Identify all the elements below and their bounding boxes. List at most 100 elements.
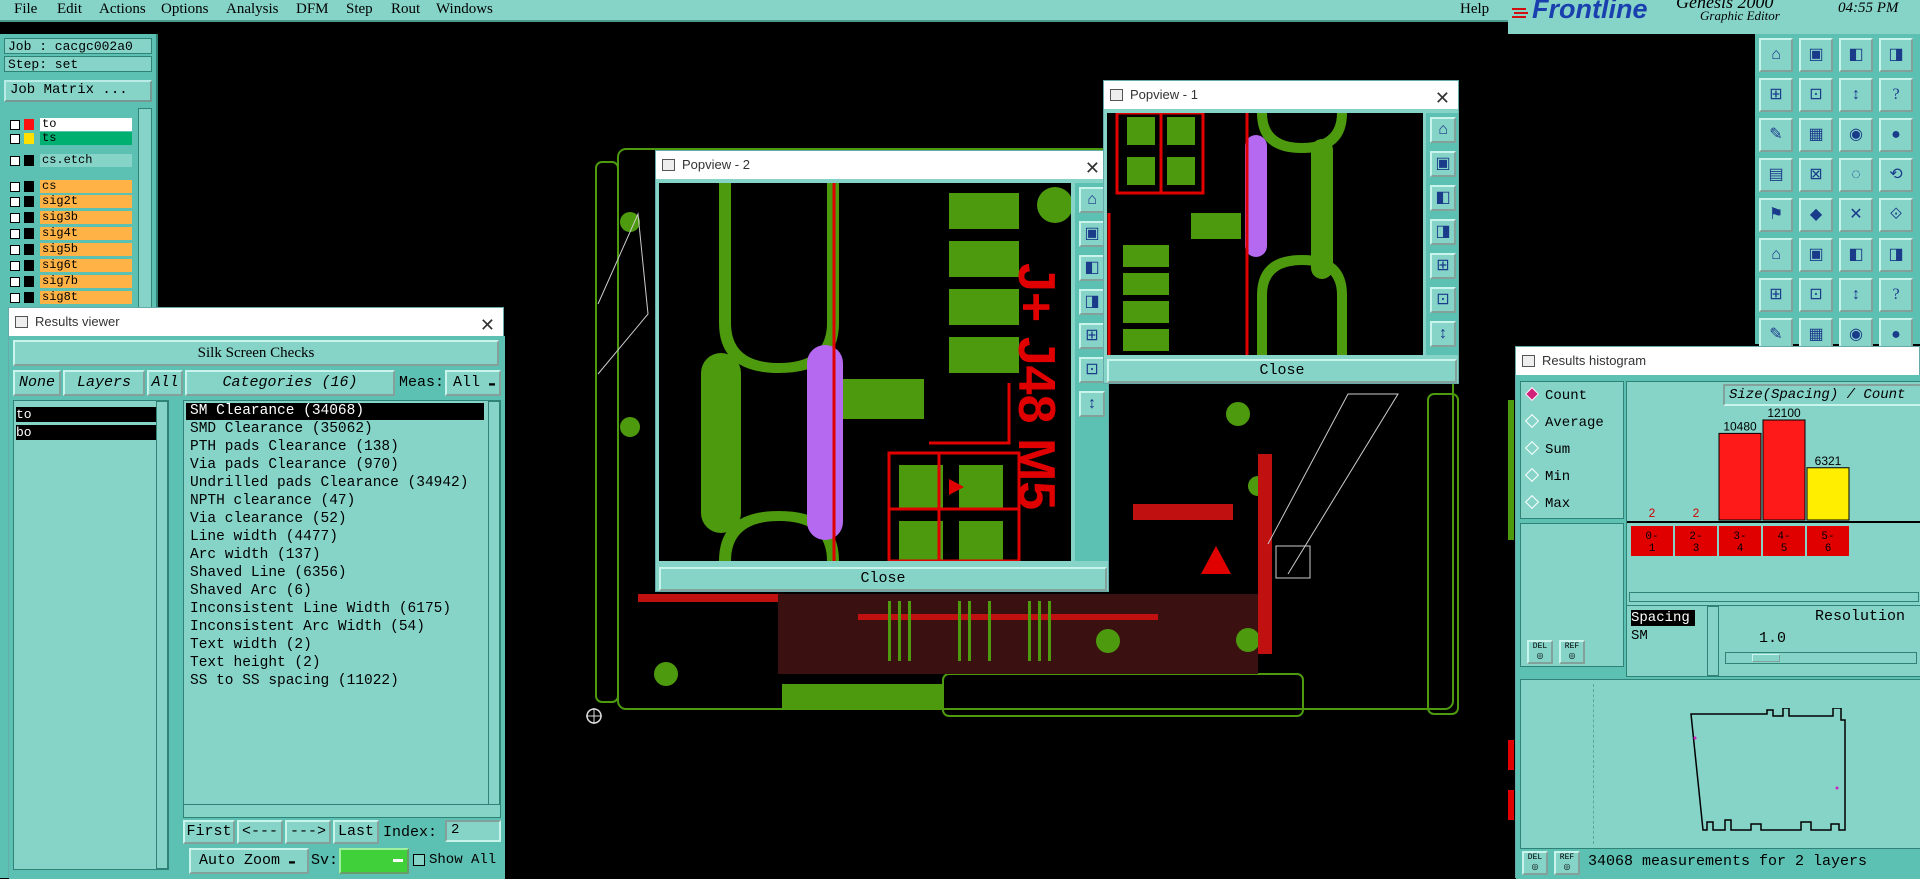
histogram-bar[interactable]: [1762, 419, 1806, 521]
tool-button[interactable]: ⊠: [1799, 158, 1833, 192]
tool-button[interactable]: ◌: [1839, 158, 1873, 192]
layer-row-sig8t[interactable]: sig8t: [8, 291, 132, 304]
tool-button[interactable]: ⌂: [1759, 238, 1793, 272]
popview-1-canvas[interactable]: [1107, 113, 1423, 355]
categories-button[interactable]: Categories (16): [185, 370, 395, 396]
menu-options[interactable]: Options: [161, 1, 209, 18]
popview-2-close-button[interactable]: Close: [659, 567, 1107, 591]
tool-button[interactable]: ⊞: [1430, 253, 1456, 279]
layers-button[interactable]: Layers: [63, 370, 145, 396]
tool-button[interactable]: ✎: [1759, 118, 1793, 152]
all-button[interactable]: All: [147, 370, 183, 396]
category-item[interactable]: Inconsistent Arc Width (54): [190, 619, 425, 635]
histogram-bar[interactable]: [1718, 432, 1762, 521]
prev-button[interactable]: <---: [237, 820, 283, 844]
category-item[interactable]: NPTH clearance (47): [190, 493, 355, 509]
histogram-hscrollbar[interactable]: [1629, 592, 1919, 602]
histogram-chart[interactable]: 20-122-3104803-4121004-563215-6: [1627, 408, 1920, 568]
category-item[interactable]: SMD Clearance (35062): [190, 421, 373, 437]
close-icon[interactable]: ✕: [1085, 155, 1100, 183]
ref-button[interactable]: REF ◎: [1559, 640, 1585, 664]
next-button[interactable]: --->: [285, 820, 331, 844]
tool-button[interactable]: ⟲: [1879, 158, 1913, 192]
layer-checkbox[interactable]: [10, 197, 20, 207]
resolution-slider[interactable]: [1725, 652, 1917, 664]
mode-radio-sum[interactable]: Sum: [1524, 440, 1570, 458]
results-histogram-titlebar[interactable]: Results histogram: [1516, 347, 1919, 375]
tool-button[interactable]: ▣: [1799, 38, 1833, 72]
auto-zoom-dropdown[interactable]: Auto Zoom ▬: [189, 848, 309, 874]
del-button[interactable]: DEL ◎: [1527, 640, 1553, 664]
tool-button[interactable]: ⊞: [1759, 78, 1793, 112]
layer-row-cs[interactable]: cs: [8, 180, 132, 193]
category-item[interactable]: Inconsistent Line Width (6175): [190, 601, 451, 617]
tool-button[interactable]: ⊡: [1430, 287, 1456, 313]
mode-radio-min[interactable]: Min: [1524, 467, 1570, 485]
category-item[interactable]: Shaved Arc (6): [190, 583, 312, 599]
tool-button[interactable]: ◨: [1079, 289, 1105, 315]
tool-button[interactable]: ⊡: [1799, 278, 1833, 312]
tool-button[interactable]: ?: [1879, 278, 1913, 312]
tool-button[interactable]: ✕: [1839, 198, 1873, 232]
tool-button[interactable]: ⟐: [1879, 198, 1913, 232]
menu-analysis[interactable]: Analysis: [226, 1, 279, 18]
layer-checkbox[interactable]: [10, 120, 20, 130]
layer-row-to[interactable]: to: [8, 118, 132, 131]
layer-row-ts[interactable]: ts: [8, 132, 132, 145]
tool-button[interactable]: ◧: [1839, 38, 1873, 72]
none-button[interactable]: None: [13, 370, 61, 396]
settings-scrollbar[interactable]: [1707, 606, 1719, 676]
category-item[interactable]: Undrilled pads Clearance (34942): [190, 475, 468, 491]
layer-results-scrollbar[interactable]: [156, 401, 168, 869]
layer-checkbox[interactable]: [10, 261, 20, 271]
layer-checkbox[interactable]: [10, 213, 20, 223]
tool-button[interactable]: ◉: [1839, 118, 1873, 152]
tool-button[interactable]: ↕: [1430, 321, 1456, 347]
tool-button[interactable]: ⌂: [1079, 187, 1105, 213]
menu-help[interactable]: Help: [1460, 1, 1489, 18]
layer-row-sig4t[interactable]: sig4t: [8, 227, 132, 240]
tool-button[interactable]: ◨: [1430, 219, 1456, 245]
menu-rout[interactable]: Rout: [391, 1, 420, 18]
tool-button[interactable]: ◆: [1799, 198, 1833, 232]
category-item[interactable]: Text width (2): [190, 637, 312, 653]
layer-row-sig5b[interactable]: sig5b: [8, 243, 132, 256]
menu-actions[interactable]: Actions: [99, 1, 146, 18]
resolution-slider-thumb[interactable]: [1752, 654, 1780, 662]
popview-1-titlebar[interactable]: Popview - 1 ✕: [1104, 81, 1458, 109]
tool-button[interactable]: ↕: [1839, 78, 1873, 112]
del-button-bottom[interactable]: DEL ◎: [1522, 851, 1548, 875]
job-matrix-button[interactable]: Job Matrix ...: [4, 80, 152, 102]
tool-button[interactable]: ⚑: [1759, 198, 1793, 232]
category-item[interactable]: SM Clearance (34068): [190, 403, 364, 419]
close-icon[interactable]: ✕: [1435, 85, 1450, 113]
sv-color-dropdown[interactable]: ▬: [339, 848, 409, 874]
layer-checkbox[interactable]: [10, 134, 20, 144]
menu-dfm[interactable]: DFM: [296, 1, 329, 18]
show-all-checkbox[interactable]: [413, 854, 425, 866]
categories-scrollbar[interactable]: [488, 401, 500, 809]
category-item[interactable]: SS to SS spacing (11022): [190, 673, 399, 689]
layer-list-scrollbar[interactable]: [138, 108, 152, 318]
layer-checkbox[interactable]: [10, 182, 20, 192]
result-layer-to[interactable]: to: [16, 407, 158, 422]
tool-button[interactable]: ◧: [1079, 255, 1105, 281]
tool-button[interactable]: ▣: [1079, 221, 1105, 247]
popview-1-close-button[interactable]: Close: [1107, 359, 1457, 383]
tool-button[interactable]: ▤: [1759, 158, 1793, 192]
categories-hscrollbar[interactable]: [183, 804, 501, 818]
category-item[interactable]: Via clearance (52): [190, 511, 347, 527]
ref-button-bottom[interactable]: REF ◎: [1554, 851, 1580, 875]
layer-checkbox[interactable]: [10, 293, 20, 303]
mode-radio-count[interactable]: Count: [1524, 386, 1587, 404]
tool-button[interactable]: ◧: [1430, 185, 1456, 211]
first-button[interactable]: First: [183, 820, 235, 844]
layer-checkbox[interactable]: [10, 245, 20, 255]
category-item[interactable]: Via pads Clearance (970): [190, 457, 399, 473]
tool-button[interactable]: ⌂: [1759, 38, 1793, 72]
tool-button[interactable]: ◧: [1839, 238, 1873, 272]
menu-step[interactable]: Step: [346, 1, 373, 18]
histogram-bar[interactable]: [1806, 467, 1850, 521]
mode-radio-average[interactable]: Average: [1524, 413, 1604, 431]
layer-checkbox[interactable]: [10, 156, 20, 166]
